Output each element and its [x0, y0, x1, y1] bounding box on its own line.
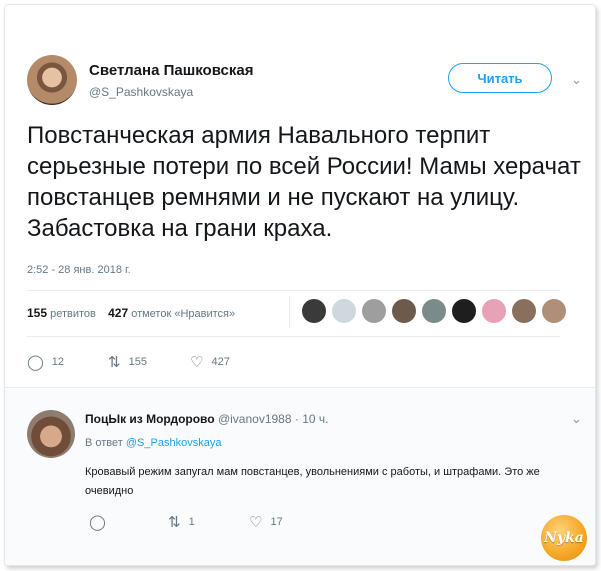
chevron-down-icon[interactable]: ⌄: [571, 72, 582, 88]
retweet-button[interactable]: ⇅ 1: [168, 513, 195, 531]
like-button[interactable]: ♡ 17: [249, 513, 283, 531]
retweet-count: 155: [128, 356, 147, 368]
author-handle[interactable]: @S_Pashkovskaya: [89, 85, 193, 99]
divider: [5, 387, 595, 388]
likes-label[interactable]: отметок «Нравится»: [131, 308, 235, 320]
chevron-down-icon[interactable]: ⌄: [571, 411, 582, 427]
tweet-stats: 155 ретвитов 427 отметок «Нравится»: [27, 306, 235, 320]
like-button[interactable]: ♡ 427: [190, 353, 230, 371]
reply-count: 12: [51, 356, 65, 368]
liker-avatar[interactable]: [332, 299, 356, 323]
reply-author-avatar[interactable]: [27, 410, 75, 458]
liker-avatar[interactable]: [452, 299, 476, 323]
reply-button[interactable]: ◯ 12: [27, 353, 64, 371]
watermark-logo: Nyka: [541, 515, 587, 561]
heart-icon: ♡: [249, 514, 263, 531]
tweet-text: Повстанческая армия Навального терпит се…: [27, 122, 581, 242]
reply-to-handle[interactable]: @S_Pashkovskaya: [126, 437, 222, 449]
reply-text: Кровавый режим запугал мам повстанцев, у…: [85, 466, 540, 497]
divider: [289, 296, 290, 328]
likes-count[interactable]: 427: [108, 306, 128, 320]
liker-avatar[interactable]: [392, 299, 416, 323]
reply-icon: ◯: [89, 514, 106, 531]
retweets-count[interactable]: 155: [27, 306, 47, 320]
reply-to-line: В ответ @S_Pashkovskaya: [85, 437, 221, 449]
tweet-card: Светлана Пашковская @S_Pashkovskaya Чита…: [4, 4, 596, 566]
liker-avatar[interactable]: [542, 299, 566, 323]
liker-avatar[interactable]: [362, 299, 386, 323]
retweet-button[interactable]: ⇅ 155: [108, 353, 147, 371]
reply-like-count: 17: [270, 516, 283, 528]
liker-avatar[interactable]: [482, 299, 506, 323]
liker-avatar[interactable]: [512, 299, 536, 323]
reply-retweet-count: 1: [188, 516, 195, 528]
liker-avatars: [302, 299, 572, 323]
follow-button[interactable]: Читать: [448, 63, 552, 93]
reply-to-prefix: В ответ: [85, 437, 123, 449]
like-count: 427: [211, 356, 230, 368]
retweet-icon: ⇅: [168, 514, 181, 531]
reply-time[interactable]: · 10 ч.: [295, 412, 329, 426]
reply-author-name[interactable]: ПоцЫк из Мордорово: [85, 412, 215, 426]
reply-header: ПоцЫк из Мордорово @ivanov1988 · 10 ч.: [85, 412, 328, 426]
divider: [27, 336, 560, 337]
retweets-label[interactable]: ретвитов: [50, 308, 96, 320]
divider: [27, 290, 560, 291]
liker-avatar[interactable]: [302, 299, 326, 323]
author-avatar[interactable]: [27, 55, 77, 105]
tweet-timestamp[interactable]: 2:52 - 28 янв. 2018 г.: [27, 264, 131, 276]
author-name[interactable]: Светлана Пашковская: [89, 62, 253, 79]
reply-button[interactable]: ◯: [89, 513, 114, 531]
reply-author-handle[interactable]: @ivanov1988: [218, 412, 292, 426]
liker-avatar[interactable]: [422, 299, 446, 323]
retweet-icon: ⇅: [108, 354, 121, 371]
reply-icon: ◯: [27, 354, 44, 371]
heart-icon: ♡: [190, 354, 204, 371]
